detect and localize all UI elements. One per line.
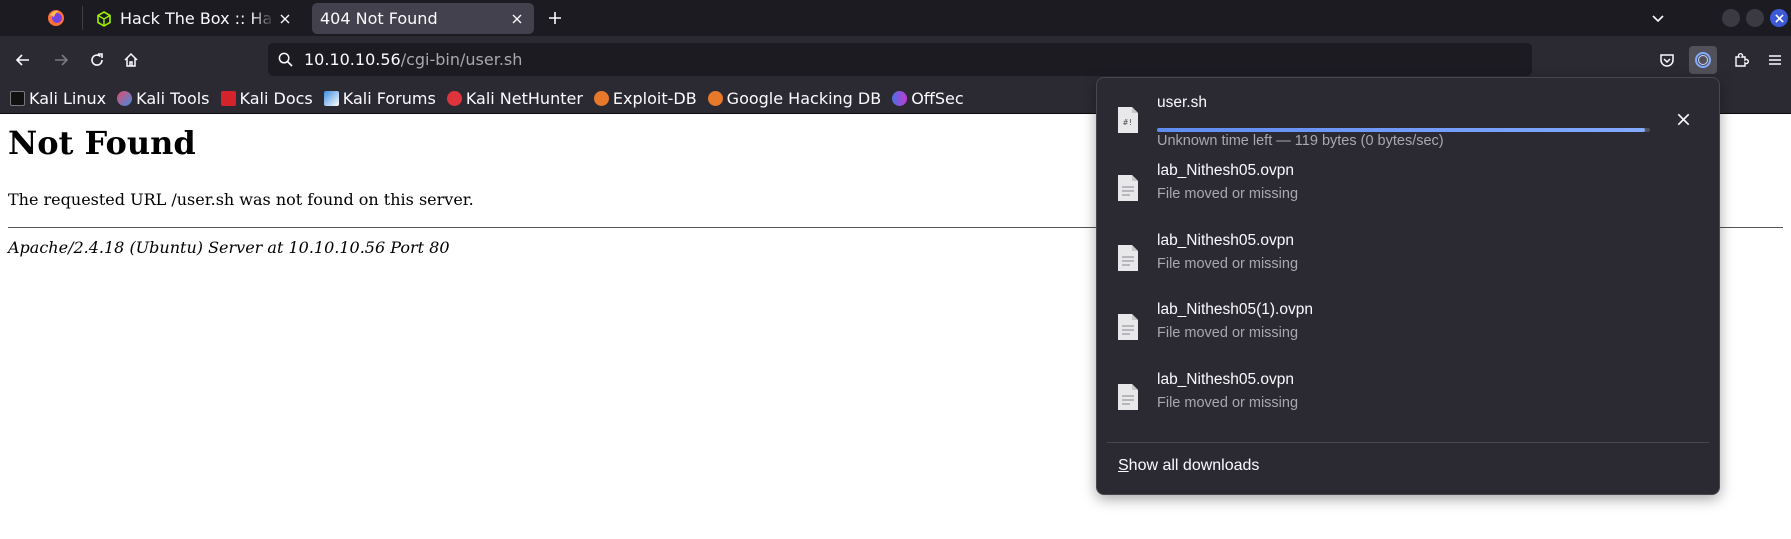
download-progress-fill (1157, 128, 1646, 132)
downloads-panel: #! user.sh Unknown time left — 119 bytes… (1096, 77, 1720, 495)
nethunter-icon (446, 91, 462, 106)
hamburger-menu-icon (1769, 55, 1781, 65)
svg-text:#!: #! (1123, 118, 1133, 127)
reload-icon (91, 53, 103, 66)
download-status: File moved or missing (1157, 325, 1299, 341)
downloads-button[interactable] (1689, 46, 1717, 74)
bookmark-kali-linux[interactable]: Kali Linux (10, 89, 106, 108)
bookmark-kali-tools[interactable]: Kali Tools (117, 89, 210, 108)
download-status: File moved or missing (1157, 186, 1299, 202)
bookmark-label: Google Hacking DB (726, 89, 882, 108)
kali-dragon-icon (10, 91, 25, 106)
firefox-icon (48, 10, 64, 26)
minimize-window-button[interactable] (1722, 9, 1740, 27)
tab-separator (82, 6, 83, 30)
close-icon (1774, 13, 1784, 23)
url-path: /cgi-bin/user.sh (400, 50, 523, 69)
new-tab-button[interactable] (544, 7, 566, 29)
download-item[interactable]: lab_Nithesh05(1).ovpn File moved or miss… (1097, 293, 1719, 357)
download-progress-bar (1157, 128, 1650, 132)
url-host: 10.10.10.56 (304, 50, 401, 69)
offsec-icon (892, 91, 908, 106)
tab-strip: Hack The Box :: Hack The Box 404 Not Fou… (0, 0, 1791, 36)
tab-hackthebox[interactable]: Hack The Box :: Hack The Box (94, 3, 302, 34)
close-icon (1677, 113, 1689, 125)
list-all-tabs-button[interactable] (1647, 7, 1669, 29)
download-filename: lab_Nithesh05.ovpn (1157, 232, 1295, 249)
download-status: File moved or missing (1157, 395, 1299, 411)
document-file-icon (1118, 384, 1138, 410)
forward-arrow-icon (55, 54, 69, 66)
close-window-button[interactable] (1770, 9, 1788, 27)
page-heading: Not Found (8, 124, 196, 162)
kali-forums-icon (323, 91, 339, 106)
bookmark-label: Kali Linux (29, 89, 107, 108)
address-bar[interactable]: 10.10.10.56/cgi-bin/user.sh (268, 43, 1532, 76)
bookmark-label: Kali Tools (136, 89, 210, 108)
bookmark-kali-nethunter[interactable]: Kali NetHunter (446, 89, 583, 108)
document-file-icon (1118, 314, 1138, 340)
download-item[interactable]: lab_Nithesh05.ovpn File moved or missing (1097, 224, 1719, 288)
cancel-download-button[interactable] (1673, 109, 1693, 129)
kali-docs-icon (220, 91, 236, 106)
download-status: File moved or missing (1157, 256, 1299, 272)
close-icon (280, 14, 290, 23)
exploit-db-icon (593, 91, 609, 106)
tab-title: Hack The Box :: Hack The Box (120, 9, 274, 28)
ghdb-icon (707, 91, 723, 106)
bookmark-label: Exploit-DB (612, 89, 697, 108)
server-signature: Apache/2.4.18 (Ubuntu) Server at 10.10.1… (8, 238, 450, 257)
bookmark-google-hacking-db[interactable]: Google Hacking DB (707, 89, 882, 108)
bookmark-label: Kali Forums (342, 89, 436, 108)
bookmark-exploit-db[interactable]: Exploit-DB (593, 89, 697, 108)
download-item[interactable]: lab_Nithesh05.ovpn File moved or missing (1097, 363, 1719, 427)
tab-title: 404 Not Found (320, 9, 438, 28)
close-tab-button[interactable] (506, 8, 528, 30)
bookmark-kali-forums[interactable]: Kali Forums (323, 89, 436, 108)
chevron-down-icon (1652, 15, 1664, 23)
bookmark-label: OffSec (911, 89, 964, 108)
home-button[interactable] (117, 46, 145, 74)
divider (1107, 442, 1709, 443)
show-all-downloads-label: how all downloads (1128, 457, 1260, 474)
bookmark-label: Kali NetHunter (465, 89, 583, 108)
puzzle-piece-icon (1735, 53, 1749, 67)
kali-tools-icon (117, 91, 133, 106)
download-item[interactable]: lab_Nithesh05.ovpn File moved or missing (1097, 154, 1719, 218)
close-icon (512, 14, 522, 23)
home-icon (124, 52, 138, 67)
app-menu-button[interactable] (1761, 46, 1789, 74)
download-filename: lab_Nithesh05.ovpn (1157, 371, 1295, 388)
pocket-button[interactable] (1653, 46, 1681, 74)
search-icon (276, 51, 294, 69)
document-file-icon (1118, 245, 1138, 271)
back-arrow-icon (15, 54, 29, 66)
plus-icon (549, 12, 561, 24)
download-filename: lab_Nithesh05(1).ovpn (1157, 301, 1313, 318)
reload-button[interactable] (83, 46, 111, 74)
download-filename: user.sh (1157, 94, 1207, 111)
download-progress-icon (1695, 52, 1711, 68)
forward-button[interactable] (47, 46, 75, 74)
download-item[interactable]: #! user.sh Unknown time left — 119 bytes… (1097, 86, 1719, 150)
bookmark-offsec[interactable]: OffSec (892, 89, 964, 108)
close-tab-button[interactable] (274, 8, 296, 30)
tab-404-not-found[interactable]: 404 Not Found (312, 3, 534, 34)
pocket-icon (1660, 54, 1674, 67)
back-button[interactable] (9, 46, 37, 74)
bookmark-kali-docs[interactable]: Kali Docs (220, 89, 313, 108)
bookmark-label: Kali Docs (239, 89, 313, 108)
download-status: Unknown time left — 119 bytes (0 bytes/s… (1157, 133, 1444, 149)
hackthebox-cube-icon (97, 10, 111, 27)
show-all-downloads-button[interactable]: Show all downloads (1118, 457, 1259, 475)
maximize-window-button[interactable] (1746, 9, 1764, 27)
download-filename: lab_Nithesh05.ovpn (1157, 162, 1295, 179)
document-file-icon (1118, 175, 1138, 201)
extensions-button[interactable] (1727, 46, 1755, 74)
error-message: The requested URL /user.sh was not found… (8, 190, 474, 209)
firefox-view-button[interactable] (41, 6, 71, 30)
access-key: S (1118, 457, 1129, 474)
script-file-icon: #! (1118, 107, 1138, 133)
